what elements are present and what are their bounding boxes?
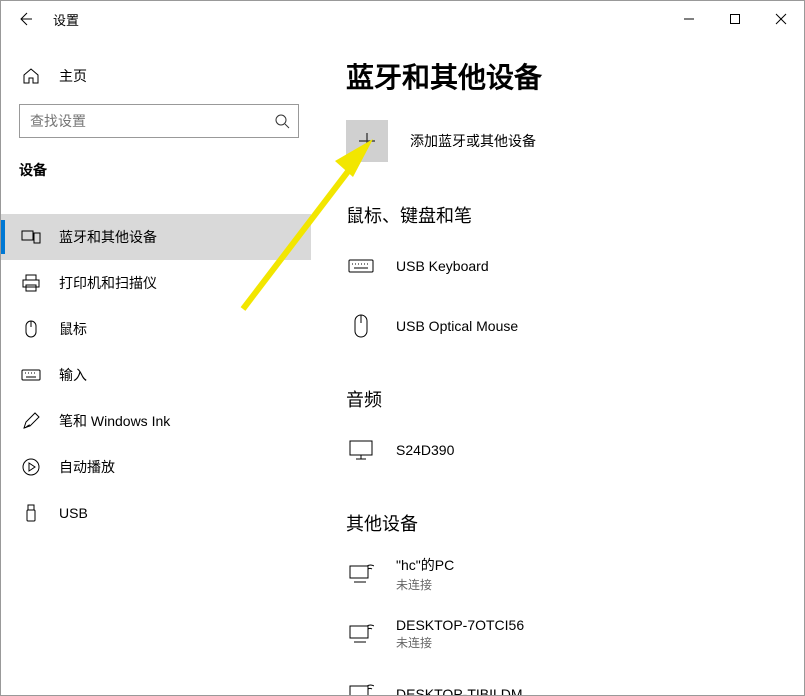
mouse2-icon [346, 311, 376, 341]
typing-icon [21, 365, 41, 385]
device-row[interactable]: S24D390 [346, 420, 804, 480]
home-label: 主页 [59, 66, 87, 86]
device-label: S24D390 [396, 442, 454, 458]
content: 蓝牙和其他设备 添加蓝牙或其他设备 鼠标、键盘和笔 USB Keyboard USB… [346, 46, 804, 695]
monitor-icon [346, 435, 376, 465]
device-text: "hc"的PC未连接 [396, 555, 454, 593]
pc-icon [346, 679, 376, 695]
window-title: 设置 [53, 10, 79, 29]
device-row[interactable]: USB Keyboard [346, 236, 804, 296]
device-text: USB Keyboard [396, 258, 489, 274]
device-text: S24D390 [396, 442, 454, 458]
sidebar: 主页 设备 蓝牙和其他设备打印机和扫描仪鼠标输入笔和 Windows Ink 自动… [1, 46, 311, 695]
nav-item-label: 蓝牙和其他设备 [59, 227, 157, 247]
device-text: DESKTOP-7OTCI56未连接 [396, 617, 524, 651]
device-sublabel: 未连接 [396, 634, 524, 651]
nav-item-devices[interactable]: 蓝牙和其他设备 [1, 214, 311, 260]
settings-window: 设置 主页 设备 蓝牙和其他设备打印 [0, 0, 805, 696]
nav-item-label: 笔和 Windows Ink [59, 411, 170, 431]
nav-item-pen[interactable]: 笔和 Windows Ink [1, 398, 311, 444]
section-heading: 其他设备 [346, 510, 804, 536]
nav-item-label: 输入 [59, 365, 87, 385]
keyboard-icon [346, 251, 376, 281]
titlebar-left: 设置 [11, 5, 79, 33]
nav-item-label: 鼠标 [59, 319, 87, 339]
device-label: USB Keyboard [396, 258, 489, 274]
device-label: DESKTOP-TIBILDM [396, 686, 523, 695]
pc-icon [346, 559, 376, 589]
device-row[interactable]: "hc"的PC未连接 [346, 544, 804, 604]
pc-icon [346, 619, 376, 649]
device-label: DESKTOP-7OTCI56 [396, 617, 524, 633]
titlebar: 设置 [1, 1, 804, 37]
search-icon [274, 113, 290, 129]
home-icon [21, 66, 41, 86]
window-controls [666, 3, 804, 35]
nav-item-label: USB [59, 505, 88, 521]
pen-icon [21, 411, 41, 431]
nav-item-printer[interactable]: 打印机和扫描仪 [1, 260, 311, 306]
nav-item-typing[interactable]: 输入 [1, 352, 311, 398]
printer-icon [21, 273, 41, 293]
search-input[interactable] [28, 112, 274, 130]
device-label: "hc"的PC [396, 555, 454, 575]
close-button[interactable] [758, 3, 804, 35]
plus-icon [346, 120, 388, 162]
mouse-icon [21, 319, 41, 339]
add-device-button[interactable]: 添加蓝牙或其他设备 [346, 120, 804, 162]
autoplay-icon [21, 457, 41, 477]
sidebar-category-title: 设备 [1, 156, 311, 194]
nav-item-autoplay[interactable]: 自动播放 [1, 444, 311, 490]
devices-icon [21, 227, 41, 247]
section-heading: 鼠标、键盘和笔 [346, 202, 804, 228]
device-label: USB Optical Mouse [396, 318, 518, 334]
device-sections: 鼠标、键盘和笔 USB Keyboard USB Optical Mouse 音频 S2… [346, 202, 804, 695]
device-text: USB Optical Mouse [396, 318, 518, 334]
device-row[interactable]: USB Optical Mouse [346, 296, 804, 356]
nav-item-usb[interactable]: USB [1, 490, 311, 536]
device-row[interactable]: DESKTOP-7OTCI56未连接 [346, 604, 804, 664]
usb-icon [21, 503, 41, 523]
device-text: DESKTOP-TIBILDM [396, 686, 523, 695]
home-button[interactable]: 主页 [1, 56, 311, 96]
device-row[interactable]: DESKTOP-TIBILDM [346, 664, 804, 695]
maximize-button[interactable] [712, 3, 758, 35]
device-sublabel: 未连接 [396, 576, 454, 593]
nav-item-mouse[interactable]: 鼠标 [1, 306, 311, 352]
back-button[interactable] [11, 5, 39, 33]
minimize-button[interactable] [666, 3, 712, 35]
section-heading: 音频 [346, 386, 804, 412]
nav-item-label: 打印机和扫描仪 [59, 273, 157, 293]
add-device-label: 添加蓝牙或其他设备 [410, 131, 536, 151]
search-box[interactable] [19, 104, 299, 138]
page-title: 蓝牙和其他设备 [346, 56, 804, 96]
nav-item-label: 自动播放 [59, 457, 115, 477]
nav-list: 蓝牙和其他设备打印机和扫描仪鼠标输入笔和 Windows Ink 自动播放 USB [1, 214, 311, 536]
